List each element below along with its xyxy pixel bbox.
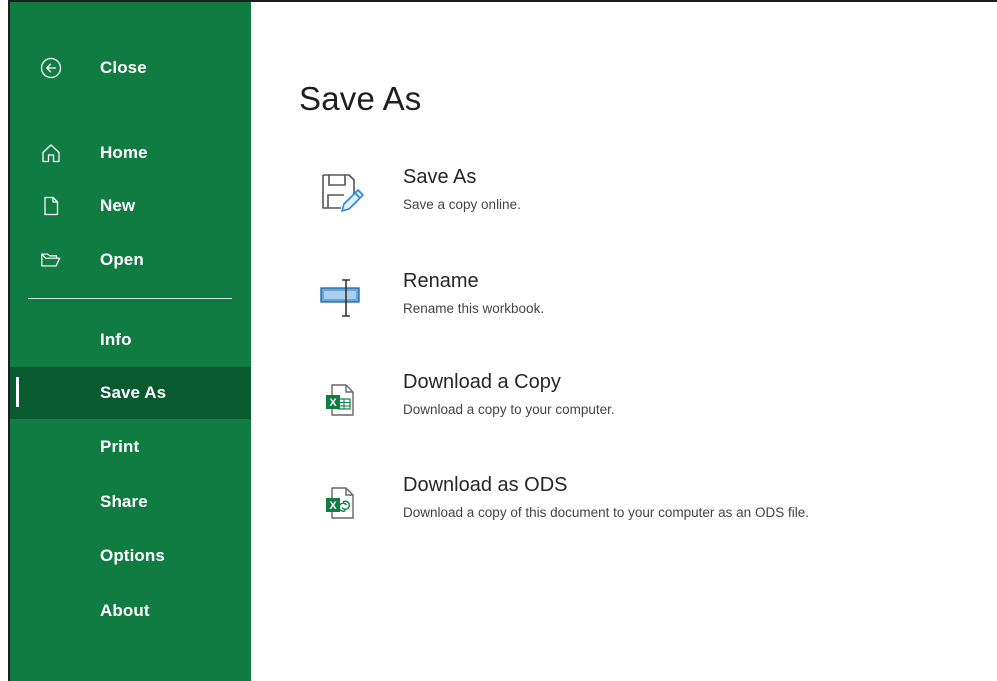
- sidebar-item-label: Print: [100, 437, 140, 456]
- save-as-icon: [318, 170, 366, 218]
- sidebar-item-label: Options: [100, 546, 165, 565]
- save-as-option[interactable]: Save As Save a copy online.: [310, 166, 970, 236]
- sidebar-item-options[interactable]: Options: [10, 532, 251, 580]
- home-icon: [40, 142, 62, 164]
- sidebar-item-open[interactable]: Open: [10, 236, 251, 284]
- sidebar-item-label: New: [100, 196, 136, 215]
- open-folder-icon: [40, 249, 62, 271]
- download-copy-option[interactable]: X Download a Copy Download a copy to you…: [310, 371, 970, 441]
- sidebar-item-label: Close: [100, 58, 147, 77]
- option-description: Download a copy to your computer.: [403, 402, 615, 417]
- sidebar-item-label: About: [100, 601, 150, 620]
- sidebar-item-label: Share: [100, 492, 148, 511]
- download-ods-option[interactable]: X Download as ODS Download a copy of thi…: [310, 474, 970, 544]
- sidebar-item-close[interactable]: Close: [10, 44, 251, 92]
- excel-file-icon: X: [318, 375, 366, 423]
- sidebar-item-home[interactable]: Home: [10, 129, 251, 177]
- sidebar-divider: [28, 298, 232, 299]
- sidebar-item-label: Save As: [100, 383, 167, 402]
- sidebar-item-share[interactable]: Share: [10, 478, 251, 526]
- new-document-icon: [40, 195, 62, 217]
- svg-text:X: X: [329, 500, 337, 512]
- sidebar-item-label: Home: [100, 143, 148, 162]
- option-title: Rename: [403, 270, 479, 292]
- rename-option[interactable]: Rename Rename this workbook.: [310, 270, 970, 340]
- rename-icon: [318, 274, 366, 322]
- option-title: Download a Copy: [403, 371, 561, 393]
- sidebar-item-print[interactable]: Print: [10, 423, 251, 471]
- backstage-sidebar: Close Home New Open Info Save As Print S…: [10, 2, 251, 681]
- svg-text:X: X: [329, 397, 337, 409]
- option-description: Rename this workbook.: [403, 301, 545, 316]
- page-title: Save As: [299, 80, 422, 117]
- sidebar-item-new[interactable]: New: [10, 182, 251, 230]
- ods-file-icon: X: [318, 478, 366, 526]
- option-title: Download as ODS: [403, 474, 568, 496]
- sidebar-item-info[interactable]: Info: [10, 316, 251, 364]
- option-description: Save a copy online.: [403, 197, 521, 212]
- sidebar-item-label: Open: [100, 250, 144, 269]
- back-arrow-circle-icon: [40, 57, 62, 79]
- sidebar-item-label: Info: [100, 330, 132, 349]
- option-title: Save As: [403, 166, 477, 188]
- option-description: Download a copy of this document to your…: [403, 505, 809, 520]
- sidebar-item-save-as[interactable]: Save As: [10, 367, 251, 419]
- sidebar-item-about[interactable]: About: [10, 587, 251, 635]
